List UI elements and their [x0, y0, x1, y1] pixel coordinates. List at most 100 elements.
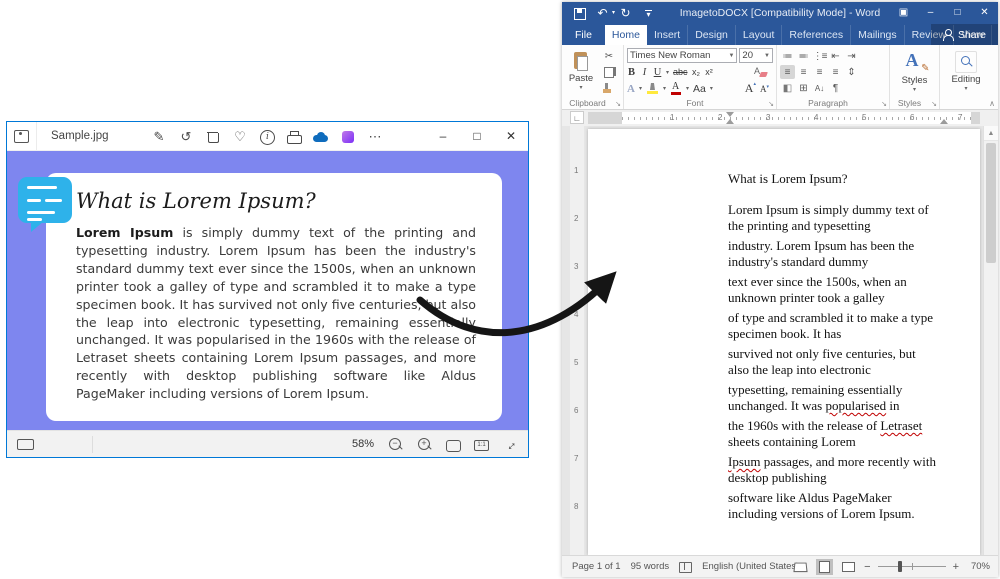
undo-icon[interactable]: ↶ — [595, 6, 610, 21]
subscript-button[interactable]: x₂ — [692, 67, 701, 77]
format-painter-icon[interactable] — [602, 81, 616, 93]
scrollbar-thumb[interactable] — [986, 143, 996, 263]
zoom-slider[interactable] — [878, 566, 946, 567]
strikethrough-button[interactable]: abc — [673, 67, 688, 77]
tab-design[interactable]: Design — [688, 25, 736, 45]
numbering-icon[interactable] — [796, 49, 811, 63]
maximize-icon[interactable]: □ — [944, 2, 971, 24]
onedrive-icon[interactable] — [312, 129, 330, 145]
bullets-icon[interactable] — [780, 49, 795, 63]
clipchamp-icon[interactable] — [339, 129, 357, 145]
shading-icon[interactable] — [780, 81, 795, 95]
filmstrip-icon[interactable] — [17, 439, 34, 450]
grow-font-button[interactable]: A — [745, 81, 756, 96]
paste-button[interactable]: Paste ▾ — [565, 48, 597, 96]
tab-home[interactable]: Home — [605, 25, 647, 45]
print-layout-button[interactable] — [816, 559, 833, 575]
misspelled-word: Letraset — [880, 418, 922, 433]
minimize-icon[interactable]: – — [917, 2, 944, 24]
align-center-icon[interactable] — [796, 65, 811, 79]
zoom-out-icon[interactable] — [387, 437, 403, 452]
tab-references[interactable]: References — [782, 25, 851, 45]
more-icon[interactable]: ⋯ — [366, 129, 384, 145]
cut-icon[interactable]: ✂ — [602, 51, 616, 63]
underline-dropdown-arrow[interactable]: ▾ — [666, 69, 669, 76]
change-case-button[interactable]: Aa — [693, 83, 706, 95]
tab-selector-button[interactable]: ∟ — [570, 111, 584, 124]
align-left-icon[interactable] — [780, 65, 795, 79]
multilevel-list-icon[interactable] — [812, 49, 827, 63]
paragraph-dialog-launcher[interactable]: ↘ — [881, 100, 887, 108]
justify-icon[interactable] — [828, 65, 843, 79]
customize-quick-access-icon[interactable]: ▾ — [641, 6, 656, 21]
delete-icon[interactable] — [204, 129, 222, 145]
styles-dialog-launcher[interactable]: ↘ — [931, 100, 937, 108]
editing-label[interactable]: Editing — [951, 74, 980, 85]
redo-icon[interactable]: ↻ — [618, 6, 633, 21]
edit-image-icon[interactable]: ✎ — [150, 129, 168, 145]
copy-icon[interactable] — [602, 66, 616, 78]
increase-indent-icon[interactable] — [844, 49, 859, 63]
zoom-in-button[interactable]: + — [953, 561, 959, 573]
styles-label[interactable]: Styles — [902, 75, 928, 86]
collapse-ribbon-icon[interactable]: ∧ — [989, 99, 995, 108]
fit-to-window-icon[interactable] — [445, 437, 461, 452]
document-page[interactable]: What is Lorem Ipsum? Lorem Ipsum is simp… — [588, 129, 980, 555]
clear-formatting-icon[interactable] — [754, 66, 767, 78]
zoom-percent[interactable]: 70% — [966, 561, 990, 572]
actual-size-icon[interactable]: 1:1 — [474, 440, 489, 451]
fullscreen-icon[interactable]: ↔ — [499, 433, 521, 455]
zoom-slider-thumb[interactable] — [898, 561, 902, 572]
ribbon-display-options-icon[interactable]: ▣ — [890, 2, 917, 24]
minimize-icon[interactable]: – — [426, 122, 460, 151]
vertical-scrollbar[interactable]: ▲ — [983, 126, 998, 555]
sort-icon[interactable] — [812, 81, 827, 95]
text-effects-icon[interactable]: A — [627, 83, 635, 95]
line-spacing-icon[interactable] — [844, 65, 859, 79]
clipboard-dialog-launcher[interactable]: ↘ — [615, 100, 621, 108]
read-mode-button[interactable] — [792, 559, 809, 575]
tab-file[interactable]: File — [562, 25, 605, 45]
share-button[interactable]: Share — [931, 24, 998, 45]
rotate-icon[interactable]: ↺ — [177, 129, 195, 145]
align-right-icon[interactable] — [812, 65, 827, 79]
word-count[interactable]: 95 words — [631, 561, 670, 572]
underline-button[interactable]: U — [653, 67, 662, 78]
bold-button[interactable]: B — [627, 67, 636, 78]
first-line-indent-marker[interactable] — [726, 112, 734, 117]
zoom-out-button[interactable]: − — [864, 561, 870, 573]
page-count[interactable]: Page 1 of 1 — [572, 561, 621, 572]
save-icon[interactable] — [572, 6, 587, 21]
show-paragraph-marks-icon[interactable] — [828, 81, 843, 95]
card-heading: What is Lorem Ipsum? — [76, 189, 476, 213]
superscript-button[interactable]: x² — [705, 67, 714, 77]
italic-button[interactable]: I — [640, 67, 649, 78]
zoom-in-icon[interactable] — [416, 437, 432, 452]
font-name-combo[interactable]: Times New Roman▼ — [627, 48, 737, 63]
doc-text-run: the printing and typesetting — [728, 218, 871, 233]
right-indent-marker[interactable] — [940, 119, 948, 124]
decrease-indent-icon[interactable] — [828, 49, 843, 63]
tab-insert[interactable]: Insert — [647, 25, 688, 45]
close-icon[interactable]: ✕ — [494, 122, 528, 151]
info-icon[interactable] — [258, 129, 276, 145]
tab-layout[interactable]: Layout — [736, 25, 783, 45]
styles-icon[interactable] — [903, 50, 927, 74]
tab-mailings[interactable]: Mailings — [851, 25, 905, 45]
font-size-combo[interactable]: 20▼ — [739, 48, 773, 63]
photos-window-controls: –□✕ — [426, 122, 528, 151]
scroll-up-arrow[interactable]: ▲ — [984, 126, 998, 141]
shrink-font-button[interactable]: A — [760, 84, 769, 94]
editing-icon[interactable] — [955, 51, 977, 73]
language-status[interactable]: English (United States) — [702, 561, 799, 572]
borders-icon[interactable] — [796, 81, 811, 95]
proofing-status-icon[interactable] — [679, 562, 692, 572]
maximize-icon[interactable]: □ — [460, 122, 494, 151]
favorite-icon[interactable]: ♡ — [231, 129, 249, 145]
web-layout-button[interactable] — [840, 559, 857, 575]
font-color-icon[interactable] — [670, 82, 682, 95]
font-dialog-launcher[interactable]: ↘ — [768, 100, 774, 108]
print-icon[interactable] — [285, 129, 303, 145]
highlight-color-icon[interactable] — [646, 82, 659, 95]
hanging-indent-marker[interactable] — [726, 119, 734, 124]
